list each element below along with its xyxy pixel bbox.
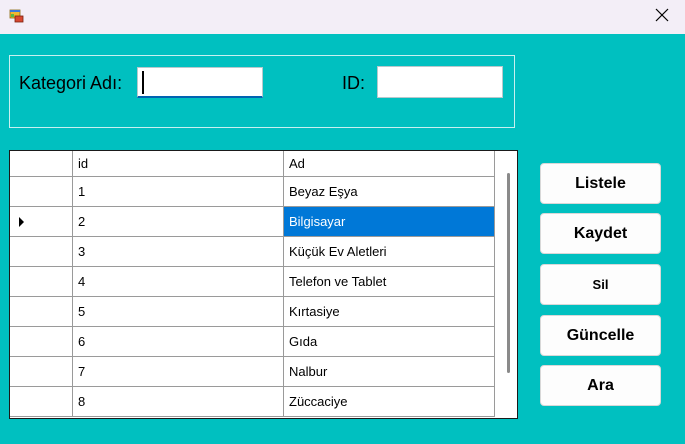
cell-id[interactable]: 7	[73, 357, 284, 387]
cell-id[interactable]: 8	[73, 387, 284, 417]
guncelle-button[interactable]: Güncelle	[540, 315, 661, 356]
table-row[interactable]: 6 Gıda	[10, 327, 504, 357]
table-row[interactable]: 5 Kırtasiye	[10, 297, 504, 327]
kaydet-button[interactable]: Kaydet	[540, 213, 661, 254]
table-row[interactable]: 1 Beyaz Eşya	[10, 177, 504, 207]
cell-ad[interactable]: Beyaz Eşya	[284, 177, 495, 207]
cell-ad[interactable]: Küçük Ev Aletleri	[284, 237, 495, 267]
cell-ad[interactable]: Bilgisayar	[284, 207, 495, 237]
row-header[interactable]	[10, 237, 73, 267]
title-bar	[0, 0, 685, 34]
grid-header: id Ad	[10, 151, 504, 177]
column-header-id[interactable]: id	[73, 151, 284, 177]
cell-id[interactable]: 1	[73, 177, 284, 207]
ara-button[interactable]: Ara	[540, 365, 661, 406]
cell-ad[interactable]: Kırtasiye	[284, 297, 495, 327]
table-row[interactable]: 7 Nalbur	[10, 357, 504, 387]
category-data-grid[interactable]: id Ad 1 Beyaz Eşya 2 Bilgisayar 3 Küçük Ev Al…	[9, 150, 518, 419]
column-header-ad[interactable]: Ad	[284, 151, 495, 177]
listele-button[interactable]: Listele	[540, 163, 661, 204]
cell-ad[interactable]: Züccaciye	[284, 387, 495, 417]
cell-id[interactable]: 2	[73, 207, 284, 237]
row-header[interactable]	[10, 297, 73, 327]
row-header[interactable]	[10, 327, 73, 357]
id-input[interactable]	[377, 66, 503, 98]
cell-id[interactable]: 4	[73, 267, 284, 297]
row-header[interactable]	[10, 207, 73, 237]
close-button[interactable]	[639, 0, 685, 34]
table-row[interactable]: 3 Küçük Ev Aletleri	[10, 237, 504, 267]
cell-id[interactable]: 6	[73, 327, 284, 357]
cell-ad[interactable]: Telefon ve Tablet	[284, 267, 495, 297]
id-label: ID:	[342, 73, 366, 93]
sil-button[interactable]: Sil	[540, 264, 661, 305]
app-form-icon	[9, 8, 25, 24]
row-header[interactable]	[10, 177, 73, 207]
table-row[interactable]: 2 Bilgisayar	[10, 207, 504, 237]
cell-id[interactable]: 3	[73, 237, 284, 267]
scrollbar-thumb[interactable]	[507, 173, 510, 373]
table-row[interactable]: 4 Telefon ve Tablet	[10, 267, 504, 297]
row-header-corner[interactable]	[10, 151, 73, 177]
close-icon	[655, 8, 669, 27]
kategori-adi-label: Kategori Adı:	[19, 73, 123, 93]
current-row-arrow-icon	[19, 216, 24, 227]
cell-id[interactable]: 5	[73, 297, 284, 327]
row-header[interactable]	[10, 267, 73, 297]
table-row[interactable]: 8 Züccaciye	[10, 387, 504, 417]
cell-ad[interactable]: Gıda	[284, 327, 495, 357]
row-header[interactable]	[10, 387, 73, 417]
vertical-scrollbar[interactable]	[500, 151, 517, 418]
cell-ad[interactable]: Nalbur	[284, 357, 495, 387]
row-header[interactable]	[10, 357, 73, 387]
kategori-adi-input[interactable]	[137, 67, 263, 98]
text-caret	[142, 71, 144, 94]
